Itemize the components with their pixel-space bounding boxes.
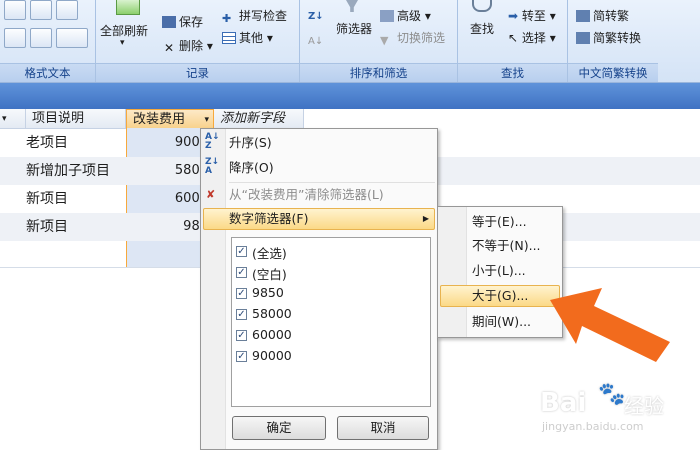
paw-icon: 🐾: [598, 382, 626, 407]
checkbox-blank[interactable]: ✓: [236, 267, 247, 278]
document-tab-bar: [0, 83, 700, 109]
clear-sort-icon[interactable]: A↓: [308, 36, 323, 47]
to-traditional-button[interactable]: 简转繁: [576, 7, 629, 24]
cell-desc[interactable]: 老项目: [26, 129, 68, 157]
number-filters-item[interactable]: 数字筛选器(F): [229, 208, 308, 230]
sort-asc-icon: A↓ Z: [205, 132, 220, 151]
checkbox-select-all[interactable]: ✓: [236, 246, 247, 257]
checklist-label: 90000: [252, 348, 292, 363]
convert-icon: [576, 32, 590, 44]
checklist-label: 9850: [252, 285, 284, 300]
ribbon: 格式文本 全部刷新 ▾ 保存 ✕ 删除 ▾ ✚ 拼写检查 其他 ▾ 记录 Z↓ A↓…: [0, 0, 700, 83]
filter-button[interactable]: 筛选器: [336, 20, 372, 37]
group-records: 全部刷新 ▾ 保存 ✕ 删除 ▾ ✚ 拼写检查 其他 ▾ 记录: [96, 0, 300, 82]
filter-icon: [346, 0, 358, 12]
cell-desc[interactable]: 新增加子项目: [26, 157, 110, 185]
cursor-icon: ↖: [508, 31, 522, 45]
checkbox-58000[interactable]: ✓: [236, 309, 247, 320]
paragraph-icon[interactable]: [56, 0, 78, 20]
find-button[interactable]: 查找: [470, 20, 494, 37]
annotation-arrow: [550, 288, 670, 362]
delete-button[interactable]: ✕ 删除 ▾: [162, 37, 213, 54]
funnel-icon: ▼: [380, 34, 389, 47]
arrow-icon: [550, 288, 670, 362]
checklist-label: (空白): [252, 267, 287, 282]
refresh-icon: [116, 0, 140, 15]
convert-icon: [576, 10, 590, 22]
watermark-url: jingyan.baidu.com: [542, 420, 644, 433]
not-equals-item[interactable]: 不等于(N)...: [472, 235, 541, 257]
bullets-icon[interactable]: [30, 28, 52, 48]
advanced-filter-icon: [380, 10, 394, 22]
greater-than-item[interactable]: 大于(G)...: [472, 285, 528, 307]
cancel-button[interactable]: 取消: [337, 416, 429, 440]
checkbox-90000[interactable]: ✓: [236, 351, 247, 362]
checklist-label: 60000: [252, 327, 292, 342]
less-than-item[interactable]: 小于(L)...: [472, 260, 526, 282]
spell-check-button[interactable]: ✚ 拼写检查: [222, 7, 287, 25]
watermark: Bai 🐾 经验 jingyan.baidu.com: [540, 380, 690, 440]
save-button[interactable]: 保存: [162, 13, 203, 30]
checklist-label: (全选): [252, 246, 287, 261]
refresh-all-button[interactable]: 全部刷新: [100, 22, 148, 39]
clear-filter-item[interactable]: 从“改装费用”清除筛选器(L): [229, 184, 384, 206]
cell-cost[interactable]: 5800: [126, 157, 208, 185]
chevron-down-icon[interactable]: ▾: [120, 38, 125, 48]
sort-descending-item[interactable]: 降序(O): [229, 157, 274, 179]
filter-menu: A↓ Z 升序(S) Z↓ A 降序(O) ✘ 从“改装费用”清除筛选器(L) 数字…: [200, 128, 438, 450]
watermark-brand: Bai: [540, 388, 587, 418]
menu-icon-gutter: [201, 129, 226, 449]
group-chinese-conversion: 简转繁 简繁转换 中文简繁转换: [568, 0, 658, 82]
toggle-filter-button[interactable]: ▼ 切换筛选: [380, 29, 445, 47]
cell-cost[interactable]: 985: [126, 213, 208, 241]
table-icon: [222, 32, 236, 44]
group-label: 中文简繁转换: [568, 63, 658, 82]
other-button[interactable]: 其他 ▾: [222, 29, 273, 46]
align-icon[interactable]: [4, 0, 26, 20]
goto-button[interactable]: ➡ 转至 ▾: [508, 7, 556, 24]
checklist-label: 58000: [252, 306, 292, 321]
chevron-right-icon: ▶: [422, 214, 429, 223]
group-format-text: 格式文本: [0, 0, 96, 82]
group-label: 排序和筛选: [300, 63, 457, 82]
between-item[interactable]: 期间(W)...: [472, 311, 531, 333]
highlight-icon[interactable]: [56, 28, 88, 48]
menu-separator: [229, 182, 435, 183]
group-find: 查找 ➡ 转至 ▾ ↖ 选择 ▾ 查找: [458, 0, 568, 82]
indent-icon[interactable]: [30, 0, 52, 20]
group-label: 查找: [458, 63, 567, 82]
spell-check-icon: ✚: [222, 12, 232, 25]
list-icon[interactable]: [4, 28, 26, 48]
close-icon: ✕: [163, 41, 175, 55]
group-sort-filter: Z↓ A↓ 筛选器 高级 ▾ ▼ 切换筛选 排序和筛选: [300, 0, 458, 82]
select-button[interactable]: ↖ 选择 ▾: [508, 29, 556, 46]
equals-item[interactable]: 等于(E)...: [472, 211, 527, 233]
cell-desc[interactable]: 新项目: [26, 185, 68, 213]
group-label: 记录: [96, 63, 299, 82]
sort-desc-icon: Z↓ A: [205, 157, 220, 176]
column-header-dropdown[interactable]: ▾: [0, 109, 26, 129]
menu-icon-gutter: [438, 207, 467, 337]
chevron-down-icon[interactable]: ▾: [204, 110, 209, 130]
arrow-right-icon: ➡: [508, 9, 522, 23]
sort-ascending-item[interactable]: 升序(S): [229, 132, 272, 154]
advanced-button[interactable]: 高级 ▾: [380, 7, 431, 24]
ok-button[interactable]: 确定: [232, 416, 326, 440]
column-header-desc[interactable]: 项目说明: [26, 109, 126, 129]
column-header-new-field[interactable]: 添加新字段: [214, 109, 304, 129]
cell-cost[interactable]: 6000: [126, 185, 208, 213]
checkbox-9850[interactable]: ✓: [236, 288, 247, 299]
cell-cost[interactable]: 9000: [126, 129, 208, 157]
group-label: 格式文本: [0, 63, 95, 82]
binoculars-icon: [472, 0, 492, 12]
value-checklist[interactable]: ✓ (全选) ✓ (空白) ✓ 9850 ✓ 58000 ✓ 60000 ✓ 9…: [231, 237, 431, 407]
cell-desc[interactable]: 新项目: [26, 213, 68, 241]
watermark-brand2: 经验: [624, 394, 664, 418]
conversion-button[interactable]: 简繁转换: [576, 29, 641, 46]
sort-za-icon[interactable]: Z↓: [308, 11, 324, 22]
column-header-cost[interactable]: 改装费用 ▾: [126, 109, 214, 129]
checkbox-60000[interactable]: ✓: [236, 330, 247, 341]
clear-filter-icon: ✘: [206, 188, 216, 201]
save-icon: [162, 16, 176, 28]
